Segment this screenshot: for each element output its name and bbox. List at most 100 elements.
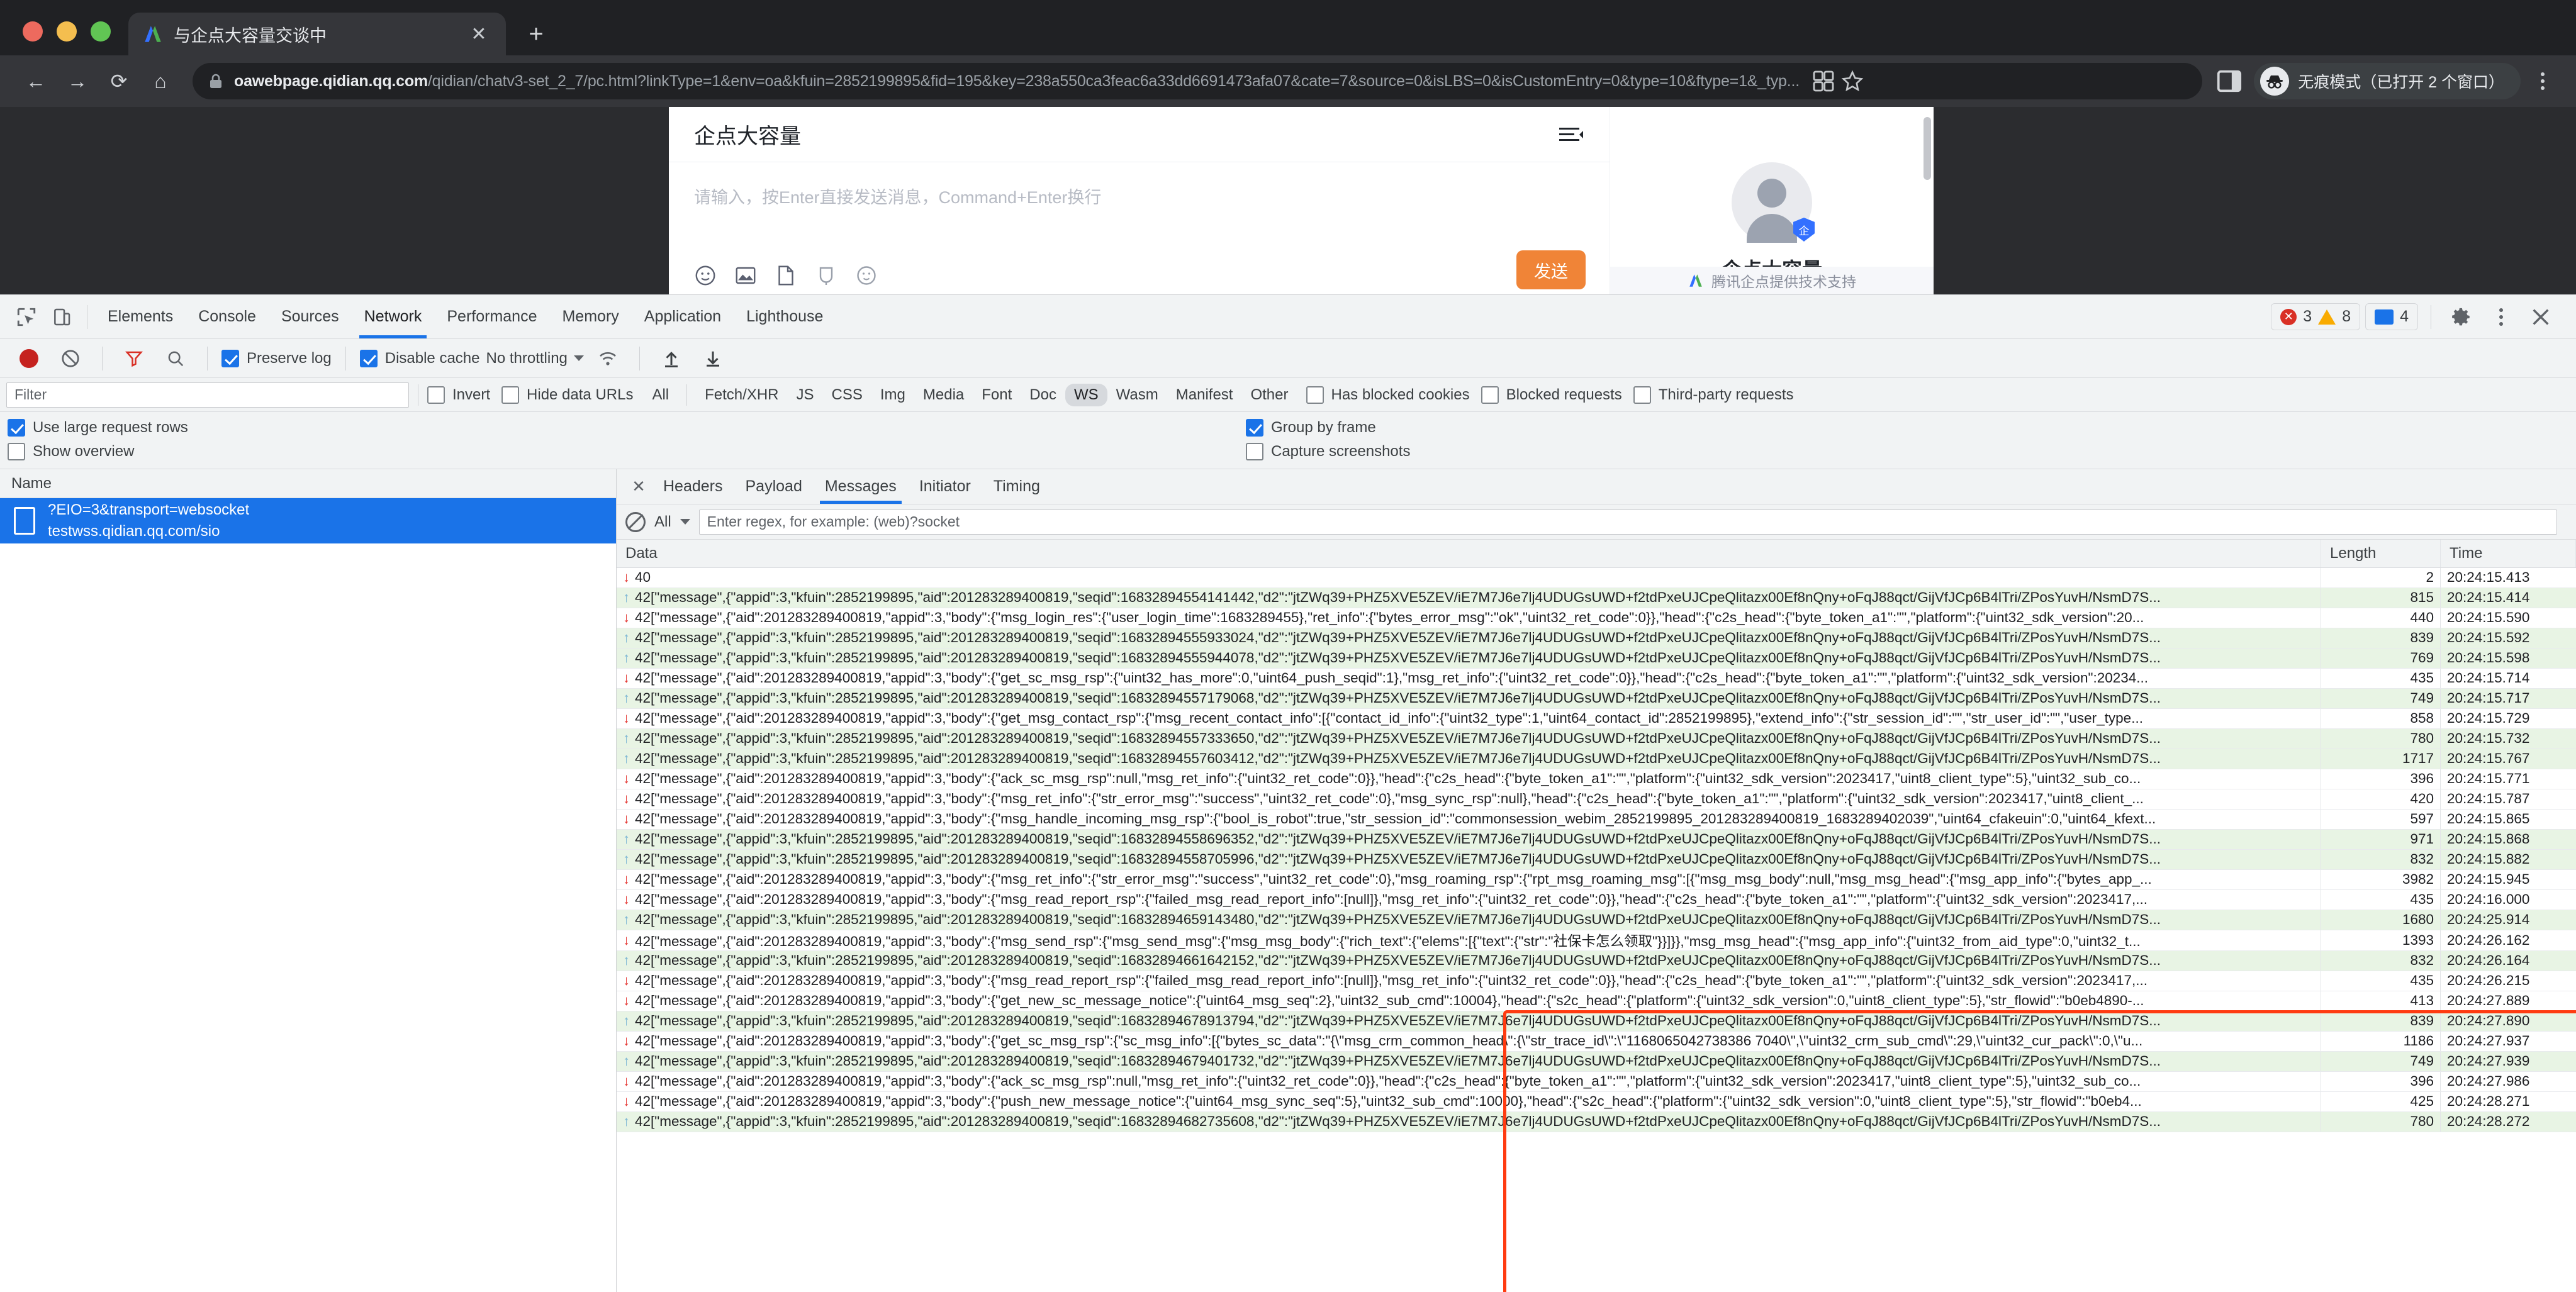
close-window-button[interactable] — [23, 21, 43, 42]
bookmark-star-icon[interactable] — [1840, 69, 1865, 94]
filter-type-wasm[interactable]: Wasm — [1107, 384, 1167, 406]
table-row[interactable]: ↑ 42["message",{"appid":3,"kfuin":2852199… — [617, 588, 2576, 608]
detail-tab-messages[interactable]: Messages — [814, 470, 908, 504]
filter-type-fetch-xhr[interactable]: Fetch/XHR — [696, 384, 787, 406]
table-row[interactable]: ↓ 42["message",{"aid":201283289400819,"ap… — [617, 991, 2576, 1011]
tab-lighthouse[interactable]: Lighthouse — [734, 296, 836, 338]
tab-sources[interactable]: Sources — [269, 296, 352, 338]
table-row[interactable]: ↑ 42["message",{"appid":3,"kfuin":2852199… — [617, 749, 2576, 769]
filter-type-other[interactable]: Other — [1241, 384, 1297, 406]
has-blocked-cookies-checkbox[interactable]: Has blocked cookies — [1306, 386, 1470, 404]
page-scrollbar-thumb[interactable] — [1924, 117, 1931, 180]
request-list-header[interactable]: Name — [0, 469, 616, 498]
disable-cache-checkbox[interactable]: Disable cache — [359, 349, 479, 367]
filter-type-js[interactable]: JS — [788, 384, 823, 406]
group-by-frame-checkbox[interactable]: Group by frame — [1246, 419, 1376, 437]
home-button[interactable]: ⌂ — [141, 62, 180, 101]
emoji-icon[interactable] — [694, 264, 717, 287]
back-button[interactable]: ← — [16, 62, 55, 101]
table-row[interactable]: ↓ 42["message",{"aid":201283289400819,"ap… — [617, 708, 2576, 729]
table-row[interactable]: ↓ 42["message",{"aid":201283289400819,"ap… — [617, 1071, 2576, 1092]
detail-tab-payload[interactable]: Payload — [734, 470, 814, 504]
search-icon[interactable] — [158, 341, 193, 376]
chevron-down-icon[interactable] — [573, 355, 584, 361]
screenshot-icon[interactable] — [815, 264, 837, 287]
table-row[interactable]: ↑ 42["message",{"appid":3,"kfuin":2852199… — [617, 728, 2576, 749]
list-collapse-icon[interactable] — [1558, 125, 1584, 144]
browser-tab-active[interactable]: 与企点大容量交谈中 ✕ — [128, 13, 506, 55]
side-panel-icon[interactable] — [2215, 67, 2244, 96]
table-row[interactable]: ↑ 42["message",{"appid":3,"kfuin":2852199… — [617, 1111, 2576, 1132]
record-button-icon[interactable] — [11, 341, 47, 376]
split-screen-icon[interactable] — [1811, 69, 1836, 94]
filter-type-manifest[interactable]: Manifest — [1167, 384, 1242, 406]
table-row[interactable]: ↓ 42["message",{"aid":201283289400819,"ap… — [617, 769, 2576, 789]
incognito-indicator[interactable]: 无痕模式（已打开 2 个窗口） — [2254, 63, 2521, 99]
use-large-request-rows-checkbox[interactable]: Use large request rows — [8, 419, 188, 437]
table-row[interactable]: ↓ 42["message",{"aid":201283289400819,"ap… — [617, 930, 2576, 951]
table-row[interactable]: ↑ 42["message",{"appid":3,"kfuin":2852199… — [617, 950, 2576, 971]
filter-type-ws[interactable]: WS — [1065, 383, 1107, 406]
table-row[interactable]: ↑ 42["message",{"appid":3,"kfuin":2852199… — [617, 648, 2576, 669]
filter-type-img[interactable]: Img — [871, 384, 914, 406]
table-row[interactable]: ↑ 42["message",{"appid":3,"kfuin":2852199… — [617, 829, 2576, 850]
gear-icon[interactable] — [2444, 299, 2479, 335]
image-icon[interactable] — [734, 264, 757, 287]
invert-checkbox[interactable]: Invert — [427, 386, 490, 404]
detail-tab-initiator[interactable]: Initiator — [908, 470, 982, 504]
table-row[interactable]: ↑ 42["message",{"appid":3,"kfuin":2852199… — [617, 1051, 2576, 1072]
maximize-window-button[interactable] — [91, 21, 111, 42]
hide-data-urls-checkbox[interactable]: Hide data URLs — [501, 386, 633, 404]
inspect-element-icon[interactable] — [9, 299, 44, 335]
preserve-log-checkbox[interactable]: Preserve log — [221, 349, 332, 367]
table-row[interactable]: ↓ 42["message",{"aid":201283289400819,"ap… — [617, 789, 2576, 810]
file-icon[interactable] — [775, 264, 797, 287]
table-row[interactable]: ↓ 42["message",{"aid":201283289400819,"ap… — [617, 1031, 2576, 1052]
clear-network-icon[interactable] — [53, 341, 88, 376]
chevron-down-icon[interactable] — [680, 519, 690, 525]
clear-messages-icon[interactable] — [625, 511, 646, 532]
column-header-data[interactable]: Data — [617, 540, 2321, 568]
tab-elements[interactable]: Elements — [95, 296, 186, 338]
detail-tab-timing[interactable]: Timing — [982, 470, 1051, 504]
tab-application[interactable]: Application — [632, 296, 734, 338]
tab-memory[interactable]: Memory — [549, 296, 631, 338]
filter-type-doc[interactable]: Doc — [1021, 384, 1065, 406]
minimize-window-button[interactable] — [57, 21, 77, 42]
blocked-requests-checkbox[interactable]: Blocked requests — [1481, 386, 1622, 404]
issues-counter[interactable]: ✕ 3 8 — [2271, 303, 2361, 330]
column-header-length[interactable]: Length — [2321, 540, 2441, 568]
import-har-icon[interactable] — [654, 341, 689, 376]
export-har-icon[interactable] — [695, 341, 731, 376]
table-row[interactable]: ↓ 42["message",{"aid":201283289400819,"ap… — [617, 668, 2576, 689]
table-row[interactable]: ↓ 42["message",{"aid":201283289400819,"ap… — [617, 608, 2576, 628]
sticker-icon[interactable] — [855, 264, 878, 287]
table-row[interactable]: ↓ 42["message",{"aid":201283289400819,"ap… — [617, 889, 2576, 910]
third-party-requests-checkbox[interactable]: Third-party requests — [1633, 386, 1793, 404]
new-tab-button[interactable]: + — [518, 16, 554, 52]
send-button[interactable]: 发送 — [1516, 250, 1586, 289]
filter-type-font[interactable]: Font — [973, 384, 1021, 406]
table-row[interactable]: ↓ 40 2 20:24:15.413 — [617, 567, 2576, 588]
detail-tab-headers[interactable]: Headers — [652, 470, 734, 504]
show-overview-checkbox[interactable]: Show overview — [8, 443, 134, 460]
column-header-time[interactable]: Time — [2440, 540, 2576, 568]
table-row[interactable]: ↓ 42["message",{"aid":201283289400819,"ap… — [617, 971, 2576, 991]
filter-funnel-icon[interactable] — [116, 341, 152, 376]
device-toolbar-icon[interactable] — [44, 299, 79, 335]
devtools-more-button[interactable] — [2484, 300, 2518, 334]
table-row[interactable]: ↑ 42["message",{"appid":3,"kfuin":2852199… — [617, 910, 2576, 930]
browser-menu-button[interactable] — [2526, 64, 2560, 98]
reload-button[interactable]: ⟳ — [99, 62, 138, 101]
table-row[interactable]: ↓ 42["message",{"aid":201283289400819,"ap… — [617, 869, 2576, 890]
close-detail-button[interactable]: ✕ — [625, 474, 652, 500]
table-row[interactable]: ↑ 42["message",{"appid":3,"kfuin":2852199… — [617, 849, 2576, 870]
close-tab-button[interactable]: ✕ — [466, 21, 492, 47]
table-row[interactable]: ↑ 42["message",{"appid":3,"kfuin":2852199… — [617, 1011, 2576, 1032]
messages-counter[interactable]: 4 — [2365, 303, 2418, 330]
tab-console[interactable]: Console — [186, 296, 269, 338]
tab-performance[interactable]: Performance — [434, 296, 549, 338]
close-icon[interactable] — [2523, 299, 2558, 335]
request-list-item[interactable]: ?EIO=3&transport=websocket testwss.qidia… — [0, 498, 616, 543]
filter-input[interactable]: Filter — [6, 382, 409, 408]
